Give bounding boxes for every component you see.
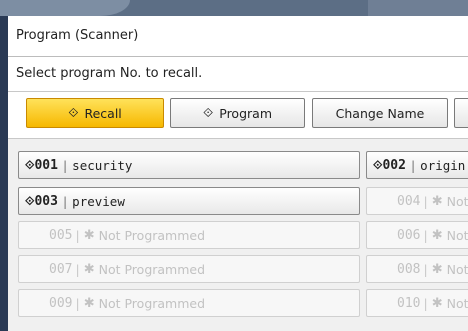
program-name: Not Programmed (98, 261, 206, 277)
window-title: Program (Scanner) (16, 28, 139, 43)
program-number: 005 (49, 227, 73, 243)
asterisk-icon: ✱ (431, 295, 443, 311)
program-name: Not (446, 261, 468, 277)
program-005-button[interactable]: 005 | ✱ Not Programmed (18, 221, 360, 249)
program-001-button[interactable]: ⟐001 | security (18, 151, 360, 179)
asterisk-icon: ✱ (83, 227, 95, 243)
program-number: 006 (397, 227, 421, 243)
program-006-button[interactable]: 006 | ✱ Not (366, 221, 468, 249)
instruction-text: Select program No. to recall. (16, 66, 203, 81)
program-number: 002 (382, 157, 406, 173)
program-name: preview (72, 193, 125, 209)
program-number: 008 (397, 261, 421, 277)
diamond-arrow-icon: ⟐ (203, 105, 214, 121)
asterisk-icon: ✱ (431, 227, 443, 243)
program-number: 007 (49, 261, 73, 277)
mode-toolbar: ⟐ Recall ⟐ Program Change Name (8, 92, 468, 139)
program-008-button[interactable]: 008 | ✱ Not (366, 255, 468, 283)
next-toolbar-button[interactable] (454, 98, 468, 128)
recall-label: Recall (84, 105, 122, 121)
top-tab-shape (0, 0, 130, 16)
program-002-button[interactable]: ⟐002 | origin (366, 151, 468, 179)
asterisk-icon: ✱ (83, 295, 95, 311)
program-name: Not (446, 227, 468, 243)
program-009-button[interactable]: 009 | ✱ Not Programmed (18, 289, 360, 317)
diamond-arrow-icon: ⟐ (68, 105, 79, 121)
asterisk-icon: ✱ (83, 261, 95, 277)
program-010-button[interactable]: 010 | ✱ Not (366, 289, 468, 317)
title-bar: Program (Scanner) (8, 16, 468, 57)
program-004-button[interactable]: 004 | ✱ Not (366, 187, 468, 215)
program-button[interactable]: ⟐ Program (170, 98, 305, 128)
instruction-bar: Select program No. to recall. (8, 57, 468, 92)
program-name: Not Programmed (98, 227, 206, 243)
top-bar (0, 0, 468, 16)
change-name-button[interactable]: Change Name (312, 98, 448, 128)
program-name: Not (446, 295, 468, 311)
program-name: origin (420, 157, 466, 173)
change-name-label: Change Name (335, 105, 425, 121)
top-right-piece (368, 0, 468, 16)
program-name: Not Programmed (98, 295, 206, 311)
asterisk-icon: ✱ (431, 193, 443, 209)
program-number: 009 (49, 295, 73, 311)
program-number: 004 (397, 193, 421, 209)
asterisk-icon: ✱ (431, 261, 443, 277)
program-003-button[interactable]: ⟐003 | preview (18, 187, 360, 215)
program-name: security (72, 157, 133, 173)
program-label: Program (219, 105, 272, 121)
program-007-button[interactable]: 007 | ✱ Not Programmed (18, 255, 360, 283)
program-number: 010 (397, 295, 421, 311)
recall-button[interactable]: ⟐ Recall (26, 98, 164, 128)
program-grid: ⟐001 | security ⟐002 | origin ⟐003 | preview 0… (8, 139, 468, 331)
program-number: 003 (34, 193, 58, 209)
program-name: Not (446, 193, 468, 209)
program-number: 001 (34, 157, 58, 173)
